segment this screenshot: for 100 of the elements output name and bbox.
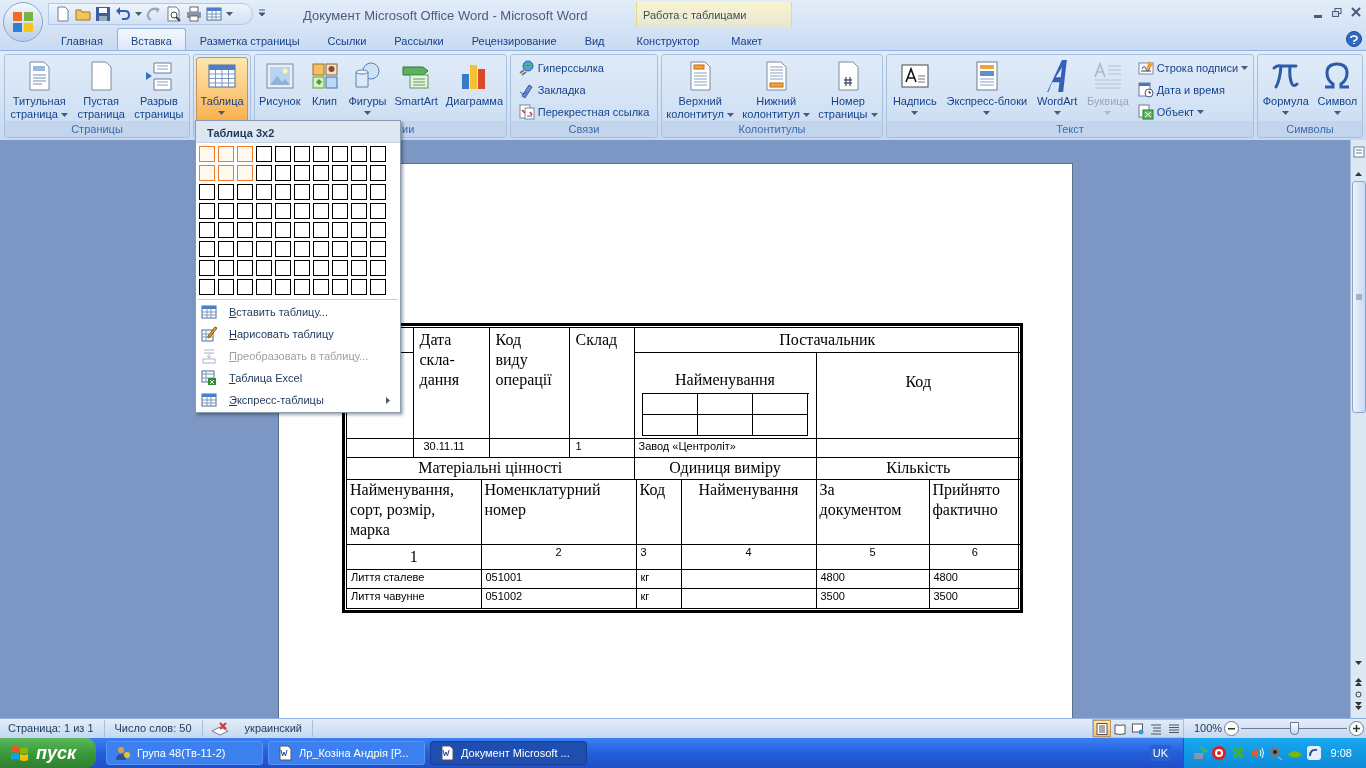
ribbon-tab[interactable]: Вид: [570, 28, 619, 50]
grid-cell[interactable]: [275, 203, 291, 219]
menu-item[interactable]: Экспресс-таблицы: [196, 389, 400, 411]
restore-button[interactable]: [1331, 6, 1343, 18]
grid-cell[interactable]: [351, 184, 367, 200]
ribbon-button[interactable]: Верхний колонтитул: [662, 57, 738, 123]
grid-cell[interactable]: [370, 260, 386, 276]
language-indicator[interactable]: UK: [1149, 744, 1171, 762]
zoom-level[interactable]: 100%: [1194, 720, 1224, 737]
grid-cell[interactable]: [313, 146, 329, 162]
ribbon-tab[interactable]: Главная: [47, 28, 117, 50]
slider-thumb[interactable]: [1289, 722, 1299, 735]
ribbon-button[interactable]: Фигуры: [344, 57, 391, 123]
zoom-out-button[interactable]: [1224, 721, 1239, 736]
grid-cell[interactable]: [218, 146, 234, 162]
help-button[interactable]: [1346, 31, 1362, 47]
ribbon-button[interactable]: SmartArt: [390, 57, 442, 123]
ribbon-button[interactable]: Диаграмма: [441, 57, 508, 123]
start-button[interactable]: пуск: [0, 738, 96, 768]
ribbon-tab[interactable]: Вставка: [116, 28, 186, 50]
grid-cell[interactable]: [313, 260, 329, 276]
grid-cell[interactable]: [332, 260, 348, 276]
grid-cell[interactable]: [256, 146, 272, 162]
ribbon-tab[interactable]: Рецензирование: [457, 28, 571, 50]
ribbon-tab[interactable]: Разметка страницы: [185, 28, 314, 50]
grid-cell[interactable]: [237, 203, 253, 219]
grid-cell[interactable]: [218, 165, 234, 181]
customize-toolbar-icon[interactable]: [258, 9, 266, 17]
grid-cell[interactable]: [313, 222, 329, 238]
grid-cell[interactable]: [237, 279, 253, 295]
ribbon-button[interactable]: WordArt: [1033, 57, 1082, 123]
view-button[interactable]: [1093, 720, 1111, 737]
ribbon-button[interactable]: Экспресс-блоки: [942, 57, 1032, 123]
zoom-slider[interactable]: [1241, 721, 1347, 736]
grid-cell[interactable]: [237, 222, 253, 238]
ribbon-button[interactable]: Клип: [304, 57, 345, 123]
grid-cell[interactable]: [370, 184, 386, 200]
grid-cell[interactable]: [256, 184, 272, 200]
grid-cell[interactable]: [237, 165, 253, 181]
grid-cell[interactable]: [294, 203, 310, 219]
language-indicator[interactable]: украинский: [228, 720, 313, 737]
grid-cell[interactable]: [199, 203, 215, 219]
ribbon-button[interactable]: Дата и время: [1134, 81, 1252, 99]
ribbon-tab[interactable]: Ссылки: [313, 28, 381, 50]
ribbon-button[interactable]: Нижний колонтитул: [738, 57, 814, 123]
grid-cell[interactable]: [294, 165, 310, 181]
grid-cell[interactable]: [199, 279, 215, 295]
grid-cell[interactable]: [294, 279, 310, 295]
grid-cell[interactable]: [275, 279, 291, 295]
grid-cell[interactable]: [351, 222, 367, 238]
grid-cell[interactable]: [275, 184, 291, 200]
zoom-in-button[interactable]: [1349, 721, 1364, 736]
menu-item[interactable]: Вставить таблицу...: [196, 301, 400, 323]
grid-cell[interactable]: [237, 184, 253, 200]
grid-cell[interactable]: [370, 203, 386, 219]
grid-cell[interactable]: [351, 146, 367, 162]
grid-cell[interactable]: [351, 165, 367, 181]
grid-cell[interactable]: [256, 203, 272, 219]
ribbon-tab[interactable]: Рассылки: [380, 28, 458, 50]
menu-item[interactable]: Таблица Excel: [196, 367, 400, 389]
grid-cell[interactable]: [237, 260, 253, 276]
grid-cell[interactable]: [294, 222, 310, 238]
ribbon-button[interactable]: Гиперссылка: [515, 59, 653, 77]
ribbon-button[interactable]: Строка подписи: [1134, 59, 1252, 77]
grid-cell[interactable]: [313, 279, 329, 295]
grid-cell[interactable]: [218, 222, 234, 238]
ribbon-button[interactable]: Формула: [1258, 57, 1313, 123]
grid-cell[interactable]: [313, 203, 329, 219]
grid-cell[interactable]: [275, 260, 291, 276]
grid-cell[interactable]: [313, 184, 329, 200]
grid-cell[interactable]: [332, 146, 348, 162]
grid-cell[interactable]: [218, 260, 234, 276]
grid-cell[interactable]: [199, 146, 215, 162]
ribbon-tab[interactable]: Макет: [717, 28, 777, 50]
grid-cell[interactable]: [370, 222, 386, 238]
taskbar-button[interactable]: Група 48(Тв-11-2): [106, 741, 263, 765]
ribbon-tab[interactable]: Конструктор: [622, 28, 714, 50]
grid-cell[interactable]: [351, 203, 367, 219]
taskbar-button[interactable]: Лр_Козіна Андрія [Р...: [268, 741, 425, 765]
ribbon-button[interactable]: Разрыв страницы: [130, 57, 188, 123]
grid-cell[interactable]: [351, 241, 367, 257]
grid-cell[interactable]: [256, 279, 272, 295]
ribbon-button[interactable]: Пустая страница: [73, 57, 129, 123]
ribbon-button[interactable]: Закладка: [515, 81, 653, 99]
ribbon-button[interactable]: Номер страницы: [814, 57, 882, 123]
grid-cell[interactable]: [370, 146, 386, 162]
grid-cell[interactable]: [294, 184, 310, 200]
grid-cell[interactable]: [275, 222, 291, 238]
grid-cell[interactable]: [218, 203, 234, 219]
ribbon-button[interactable]: Перекрестная ссылка: [515, 103, 653, 121]
taskbar-button[interactable]: Документ Microsoft ...: [430, 741, 587, 765]
ribbon-button[interactable]: Таблица: [196, 57, 248, 123]
grid-cell[interactable]: [332, 165, 348, 181]
ribbon-button[interactable]: Титульная страница: [6, 57, 72, 123]
grid-cell[interactable]: [294, 260, 310, 276]
grid-cell[interactable]: [332, 241, 348, 257]
grid-cell[interactable]: [332, 279, 348, 295]
ribbon-button[interactable]: Рисунок: [255, 57, 305, 123]
ribbon-button[interactable]: Объект: [1134, 103, 1252, 121]
grid-cell[interactable]: [218, 241, 234, 257]
